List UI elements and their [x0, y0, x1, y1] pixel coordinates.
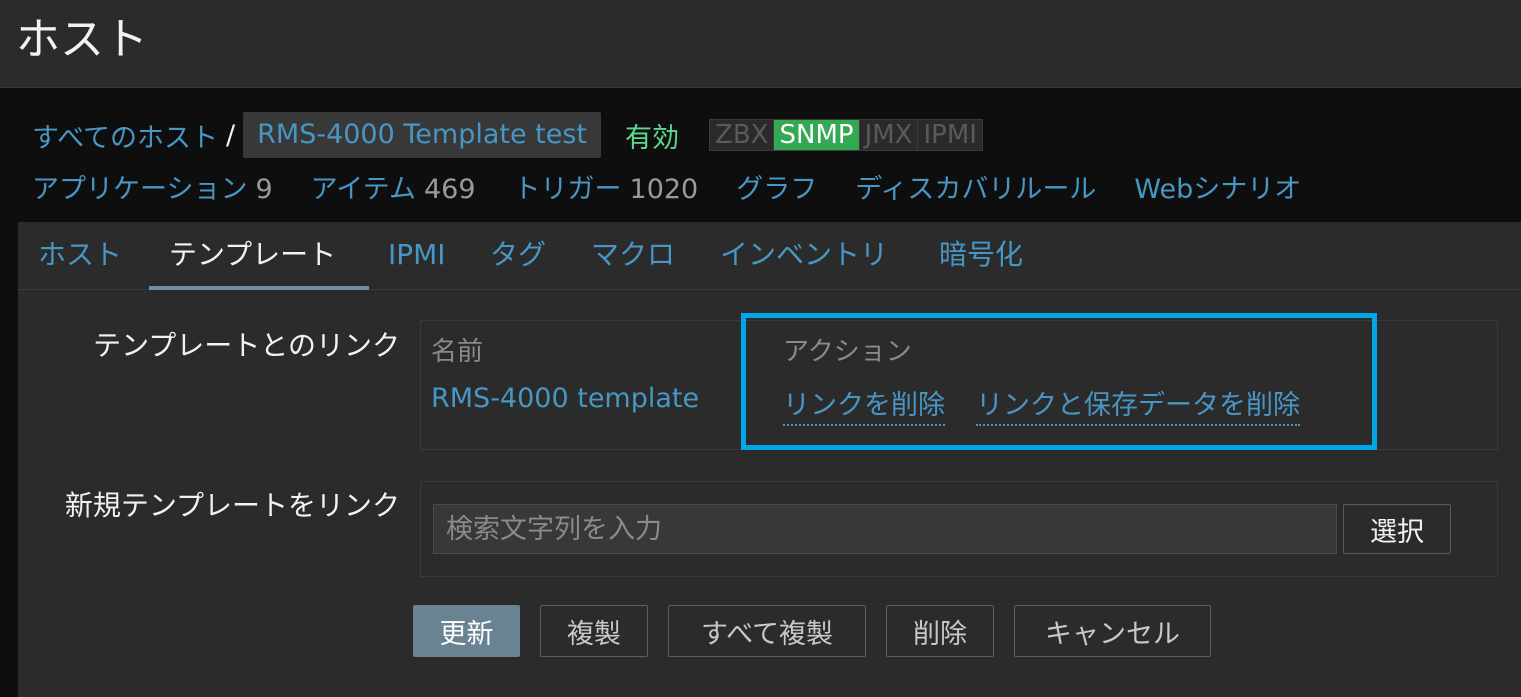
applications-link[interactable]: アプリケーション 9 — [32, 167, 273, 206]
all-hosts-link[interactable]: すべてのホスト — [32, 116, 218, 155]
active-tab-indicator — [149, 286, 369, 290]
discovery-rules-link[interactable]: ディスカバリルール — [855, 167, 1096, 206]
items-count: 469 — [423, 173, 476, 205]
full-clone-button[interactable]: すべて複製 — [668, 605, 866, 657]
host-form-panel: ホスト テンプレート IPMI タグ マクロ インベントリ 暗号化 テンプレート… — [18, 222, 1521, 697]
tab-inventory[interactable]: インベントリ — [720, 236, 888, 274]
host-name-link[interactable]: RMS-4000 Template test — [243, 112, 602, 158]
availability-snmp: SNMP — [774, 120, 860, 150]
availability-indicators: ZBX SNMP JMX IPMI — [709, 119, 983, 151]
page-title: ホスト — [16, 14, 148, 65]
applications-count: 9 — [255, 173, 273, 205]
tab-templates[interactable]: テンプレート — [169, 236, 336, 274]
clone-button[interactable]: 複製 — [540, 605, 648, 657]
link-new-templates-field: 選択 — [420, 481, 1498, 577]
template-search-input[interactable] — [433, 504, 1337, 554]
items-link[interactable]: アイテム 469 — [311, 167, 476, 206]
linked-templates-label: テンプレートとのリンク — [93, 329, 400, 362]
availability-ipmi: IPMI — [918, 120, 982, 150]
tab-tags[interactable]: タグ — [490, 236, 546, 274]
breadcrumb-separator: / — [226, 119, 236, 151]
tab-host[interactable]: ホスト — [38, 236, 122, 274]
update-button[interactable]: 更新 — [413, 605, 520, 657]
triggers-link[interactable]: トリガー 1020 — [514, 167, 699, 206]
availability-jmx: JMX — [859, 120, 919, 150]
status-enabled-link[interactable]: 有効 — [625, 116, 679, 155]
link-new-templates-label: 新規テンプレートをリンク — [64, 489, 400, 522]
availability-zbx: ZBX — [710, 120, 775, 150]
graphs-link[interactable]: グラフ — [736, 167, 817, 206]
tab-encryption[interactable]: 暗号化 — [939, 236, 1023, 274]
tab-macros[interactable]: マクロ — [591, 236, 675, 274]
linked-template-name[interactable]: RMS-4000 template — [431, 383, 699, 414]
breadcrumb: すべてのホスト / RMS-4000 Template test 有効 ZBX … — [32, 112, 983, 158]
delete-button[interactable]: 削除 — [886, 605, 994, 657]
page-header: ホスト — [0, 0, 1521, 88]
column-name-header: 名前 — [431, 337, 484, 367]
triggers-count: 1020 — [629, 173, 699, 205]
web-scenarios-link[interactable]: Webシナリオ — [1134, 167, 1301, 206]
action-highlight-box — [741, 313, 1377, 450]
host-subnav: アプリケーション 9 アイテム 469 トリガー 1020 グラフ ディスカバリルール… — [32, 166, 1339, 206]
select-template-button[interactable]: 選択 — [1343, 504, 1451, 554]
cancel-button[interactable]: キャンセル — [1014, 605, 1211, 657]
tab-bar: ホスト テンプレート IPMI タグ マクロ インベントリ 暗号化 — [18, 222, 1521, 290]
tab-ipmi[interactable]: IPMI — [388, 236, 446, 274]
